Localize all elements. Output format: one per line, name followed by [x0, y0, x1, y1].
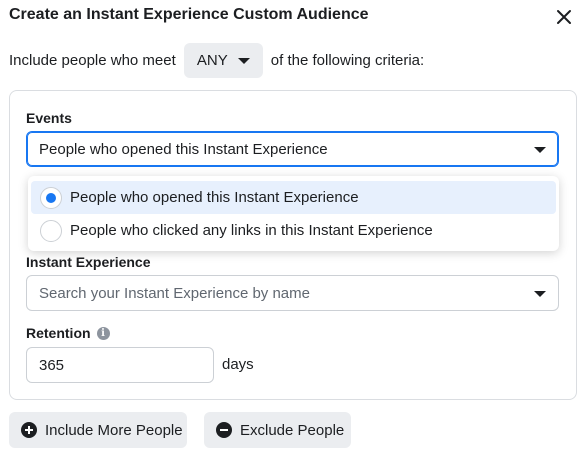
criteria-suffix: of the following criteria:: [270, 52, 425, 69]
events-select[interactable]: People who opened this Instant Experienc…: [26, 131, 559, 167]
retention-label-row: Retention i: [26, 325, 110, 341]
exclude-label: Exclude People: [240, 421, 345, 439]
instant-experience-search[interactable]: Search your Instant Experience by name: [26, 275, 559, 311]
criteria-row: Include people who meet ANY of the follo…: [9, 43, 424, 78]
chevron-down-icon: [534, 291, 546, 297]
plus-circle-icon: [21, 422, 37, 438]
option-label: People who clicked any links in this Ins…: [70, 222, 433, 239]
include-more-people-button[interactable]: Include More People: [9, 412, 187, 448]
include-more-label: Include More People: [45, 421, 183, 439]
chevron-down-icon: [534, 147, 546, 153]
dialog-title: Create an Instant Experience Custom Audi…: [9, 6, 369, 23]
radio-unselected-icon[interactable]: [40, 220, 62, 242]
info-icon[interactable]: i: [96, 326, 110, 340]
events-selected-value: People who opened this Instant Experienc…: [39, 140, 328, 158]
match-dropdown[interactable]: ANY: [183, 43, 263, 78]
retention-unit: days: [222, 356, 254, 373]
events-dropdown-menu: People who opened this Instant Experienc…: [28, 176, 559, 251]
criteria-prefix: Include people who meet: [9, 52, 176, 69]
retention-label: Retention: [26, 325, 91, 341]
events-option-clicked-links[interactable]: People who clicked any links in this Ins…: [31, 214, 556, 247]
match-value: ANY: [196, 52, 228, 69]
instant-experience-label: Instant Experience: [26, 254, 151, 270]
option-label: People who opened this Instant Experienc…: [70, 189, 359, 206]
radio-selected-icon[interactable]: [40, 187, 62, 209]
instant-experience-placeholder: Search your Instant Experience by name: [39, 284, 310, 302]
events-label: Events: [26, 110, 72, 126]
events-option-opened[interactable]: People who opened this Instant Experienc…: [31, 181, 556, 214]
chevron-down-icon: [237, 57, 250, 64]
retention-input[interactable]: [26, 347, 214, 383]
close-icon[interactable]: [555, 8, 573, 26]
minus-circle-icon: [216, 422, 232, 438]
exclude-people-button[interactable]: Exclude People: [204, 412, 351, 448]
